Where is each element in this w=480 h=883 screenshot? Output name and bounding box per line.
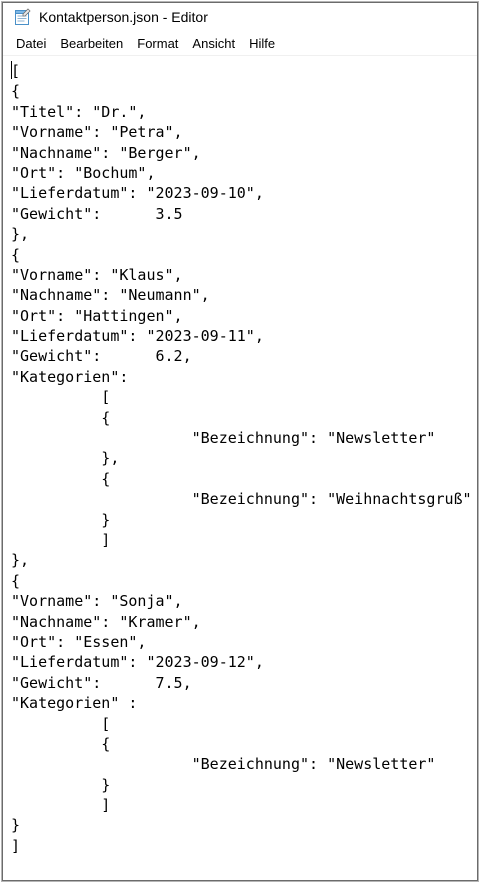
editor-line: "Ort": "Hattingen",	[11, 306, 477, 326]
editor-line: "Vorname": "Klaus",	[11, 265, 477, 285]
editor-line: [	[11, 61, 477, 81]
editor-line-text: "Lieferdatum": "2023-09-12",	[11, 653, 264, 672]
editor-line-text: "Gewicht": 7.5,	[11, 673, 192, 692]
menu-bar: Datei Bearbeiten Format Ansicht Hilfe	[3, 31, 477, 56]
editor-line: "Gewicht": 6.2,	[11, 346, 477, 366]
editor-line-text: "Vorname": "Sonja",	[11, 592, 183, 611]
editor-line: "Ort": "Essen",	[11, 632, 477, 652]
editor-line: "Bezeichnung": "Newsletter"	[11, 754, 477, 774]
editor-line: "Nachname": "Kramer",	[11, 612, 477, 632]
editor-line-text: "Vorname": "Klaus",	[11, 265, 183, 284]
editor-line-text: "Nachname": "Neumann",	[11, 286, 210, 305]
editor-line-text: }	[11, 510, 111, 529]
editor-line-text: "Ort": "Essen",	[11, 632, 147, 651]
editor-line: ]	[11, 836, 477, 856]
editor-line: {	[11, 734, 477, 754]
editor-line-text: }	[11, 775, 111, 794]
editor-line-text: "Bezeichnung": "Weihnachtsgruß"	[11, 490, 472, 509]
editor-line: "Kategorien":	[11, 367, 477, 387]
editor-line: "Lieferdatum": "2023-09-12",	[11, 652, 477, 672]
menu-bearbeiten[interactable]: Bearbeiten	[55, 33, 128, 54]
editor-line-text: "Gewicht": 6.2,	[11, 347, 192, 366]
editor-line: ]	[11, 530, 477, 550]
text-editor-area[interactable]: [{"Titel": "Dr.", "Vorname": "Petra", "Nac…	[3, 58, 477, 880]
editor-line: }	[11, 775, 477, 795]
editor-line-text: },	[11, 551, 30, 570]
editor-line: },	[11, 224, 477, 244]
editor-line-text: {	[11, 571, 21, 590]
title-bar[interactable]: Kontaktperson.json - Editor	[3, 3, 477, 31]
editor-line: "Gewicht": 7.5,	[11, 673, 477, 693]
editor-line-text: "Nachname": "Kramer",	[11, 612, 201, 631]
editor-line: "Bezeichnung": "Newsletter"	[11, 428, 477, 448]
notepad-icon	[13, 8, 31, 26]
editor-line-text: ]	[11, 836, 21, 855]
editor-line-text: "Nachname": "Berger",	[11, 143, 201, 162]
editor-line-text: },	[11, 449, 120, 468]
editor-line: {	[11, 408, 477, 428]
editor-line-text: "Titel": "Dr.",	[11, 102, 147, 121]
editor-line: {	[11, 469, 477, 489]
editor-line: "Nachname": "Berger",	[11, 143, 477, 163]
editor-line: "Lieferdatum": "2023-09-10",	[11, 183, 477, 203]
editor-line: "Nachname": "Neumann",	[11, 285, 477, 305]
editor-line-text: "Vorname": "Petra",	[11, 123, 183, 142]
editor-line: ]	[11, 795, 477, 815]
editor-line-text: "Kategorien":	[11, 367, 129, 386]
editor-line: "Vorname": "Petra",	[11, 122, 477, 142]
editor-line-text: {	[11, 408, 111, 427]
editor-line: "Bezeichnung": "Weihnachtsgruß"	[11, 489, 477, 509]
editor-line: [	[11, 714, 477, 734]
editor-line: {	[11, 81, 477, 101]
menu-hilfe[interactable]: Hilfe	[244, 33, 280, 54]
editor-line-text: [	[11, 388, 111, 407]
editor-line: }	[11, 510, 477, 530]
editor-line-text: "Gewicht": 3.5	[11, 204, 183, 223]
editor-line-text: },	[11, 225, 30, 244]
editor-line-text: "Ort": "Hattingen",	[11, 306, 183, 325]
editor-line-text: ]	[11, 530, 111, 549]
editor-line-text: "Kategorien" :	[11, 694, 138, 713]
editor-line-text: {	[11, 82, 21, 101]
editor-line-text: "Lieferdatum": "2023-09-11",	[11, 327, 264, 346]
menu-format[interactable]: Format	[132, 33, 183, 54]
editor-line: "Ort": "Bochum",	[11, 163, 477, 183]
editor-line: "Lieferdatum": "2023-09-11",	[11, 326, 477, 346]
editor-line-text: ]	[11, 796, 111, 815]
menu-datei[interactable]: Datei	[11, 33, 51, 54]
editor-line: "Vorname": "Sonja",	[11, 591, 477, 611]
editor-line-text: [	[11, 62, 21, 80]
editor-line-text: "Ort": "Bochum",	[11, 163, 156, 182]
window-title: Kontaktperson.json - Editor	[39, 9, 208, 25]
editor-line: {	[11, 571, 477, 591]
menu-ansicht[interactable]: Ansicht	[187, 33, 240, 54]
editor-line-text: "Lieferdatum": "2023-09-10",	[11, 184, 264, 203]
editor-line: }	[11, 815, 477, 835]
editor-window: Kontaktperson.json - Editor Datei Bearbe…	[2, 2, 478, 881]
editor-line: "Kategorien" :	[11, 693, 477, 713]
editor-line: },	[11, 448, 477, 468]
editor-line-text: {	[11, 469, 111, 488]
editor-line-text: {	[11, 734, 111, 753]
editor-line-text: }	[11, 816, 21, 835]
editor-line: "Titel": "Dr.",	[11, 102, 477, 122]
editor-line-text: "Bezeichnung": "Newsletter"	[11, 755, 436, 774]
editor-line: "Gewicht": 3.5	[11, 204, 477, 224]
editor-line-text: {	[11, 245, 21, 264]
editor-line-text: [	[11, 714, 111, 733]
editor-line: {	[11, 245, 477, 265]
editor-line: },	[11, 550, 477, 570]
editor-line: [	[11, 387, 477, 407]
editor-line-text: "Bezeichnung": "Newsletter"	[11, 429, 436, 448]
